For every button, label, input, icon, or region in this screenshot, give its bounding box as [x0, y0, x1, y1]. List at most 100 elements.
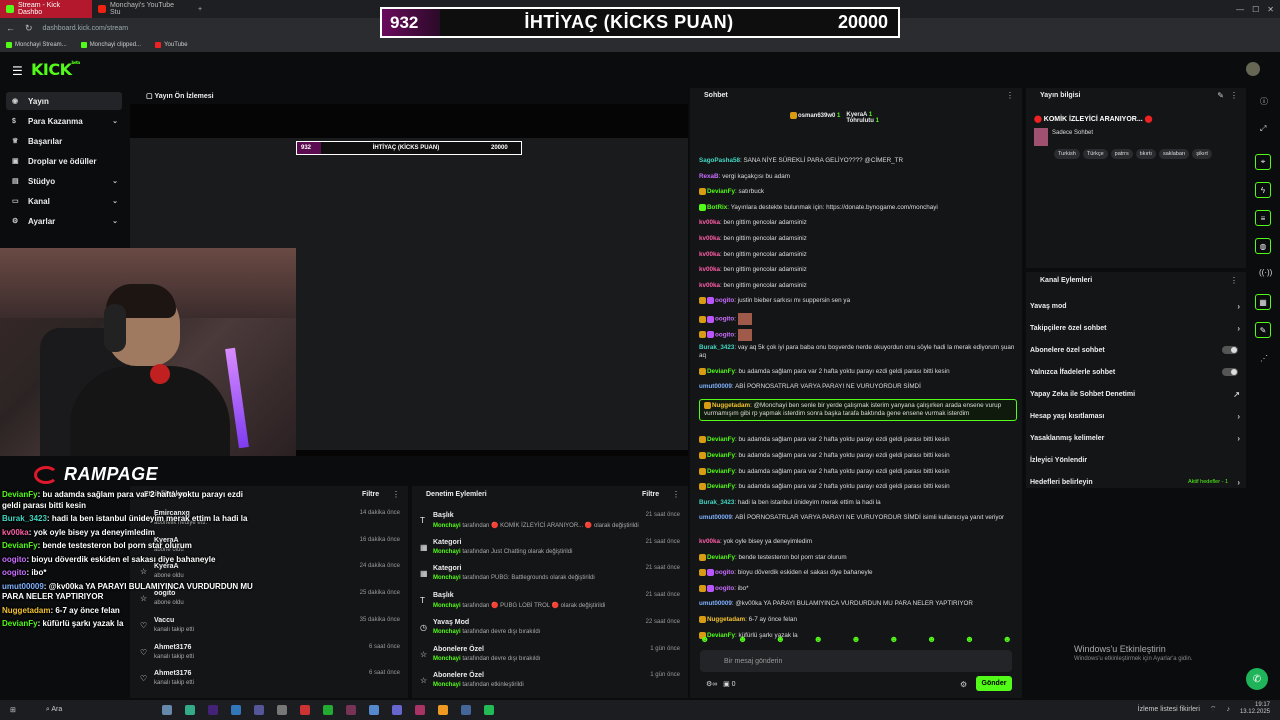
target-icon[interactable]: ⌖: [1255, 154, 1271, 170]
chat-message[interactable]: RexaB: vergi kaçakçısı bu adam: [699, 173, 1017, 181]
more-icon[interactable]: ⋮: [1230, 276, 1238, 285]
activity-item[interactable]: ♡ Ahmet3176 kanalı takip etti 6 saat önce: [130, 668, 408, 694]
chat-username[interactable]: oogito: [715, 298, 734, 305]
chat-message[interactable]: umut00009: @kv00ka YA PARAYI BULAMIYINCA…: [699, 600, 1017, 608]
share-icon[interactable]: ⋰: [1260, 354, 1268, 363]
app-icon[interactable]: [185, 705, 196, 715]
chat-username[interactable]: DevianFy: [707, 452, 735, 459]
support-chat-button[interactable]: ✆: [1246, 668, 1268, 690]
mod-log-item[interactable]: T Başlık Monchayi tarafından 🔴 KOMİK İZLEY…: [412, 510, 688, 536]
chat-username[interactable]: oogito: [715, 585, 734, 592]
chat-message[interactable]: DevianFy: satırbuck: [699, 188, 1017, 196]
tag-chip[interactable]: saklabarı: [1158, 149, 1190, 159]
sidebar-item-kanal[interactable]: ▭ Kanal ⌄: [6, 192, 122, 210]
list-icon[interactable]: ≡: [1255, 210, 1271, 226]
sidebar-item-basarilar[interactable]: ♕ Başarılar: [6, 132, 122, 150]
channel-action-row[interactable]: Yasaklanmış kelimeler ›: [1030, 430, 1242, 446]
chat-username[interactable]: DevianFy: [707, 554, 735, 561]
chat-input[interactable]: Bir mesaj gönderin: [700, 650, 1012, 672]
tag-chip[interactable]: Türkçe: [1082, 149, 1108, 159]
chat-username[interactable]: DevianFy: [707, 483, 735, 490]
activity-user[interactable]: Ahmet3176: [154, 644, 191, 651]
leader-item[interactable]: osman639w0 1: [790, 112, 840, 124]
chat-username[interactable]: oogito: [715, 331, 734, 338]
wifi-icon[interactable]: ⌔: [1210, 705, 1217, 714]
app-icon[interactable]: [162, 705, 173, 715]
channel-action-row[interactable]: Hedefleri belirleyin Aktif hedefler - 1 ›: [1030, 474, 1242, 490]
more-icon[interactable]: ⋮: [672, 490, 680, 499]
chat-username[interactable]: umut00009: [699, 383, 732, 390]
chat-message[interactable]: BotRix: Yayınlara destekte bulunmak için…: [699, 203, 1017, 212]
chat-message[interactable]: oogito:: [699, 328, 1017, 341]
activity-filter-button[interactable]: Filtre: [362, 491, 379, 498]
reload-icon[interactable]: ↻: [25, 23, 33, 34]
tab-kick-dashboard[interactable]: Stream - Kick Dashbo: [0, 0, 92, 18]
chat-username[interactable]: DevianFy: [707, 437, 735, 444]
mod-log-item[interactable]: ▦ Kategori Monchayi tarafından PUBG: Battl…: [412, 563, 688, 589]
emote-icon[interactable]: ☻: [738, 634, 747, 644]
chat-username[interactable]: oogito: [715, 316, 734, 323]
sidebar-item-studyo[interactable]: ▤ Stüdyo ⌄: [6, 172, 122, 190]
chat-username[interactable]: Nuggetadam: [712, 402, 750, 409]
mod-log-item[interactable]: ▦ Kategori Monchayi tarafından Just Chatti…: [412, 537, 688, 563]
more-icon[interactable]: ⋮: [1006, 91, 1014, 100]
chat-message[interactable]: Nuggetadam: @Monchayi ben senle bir yerd…: [699, 398, 1017, 421]
emote-icon[interactable]: ☻: [965, 634, 974, 644]
mod-log-item[interactable]: T Başlık Monchayi tarafından 🔴 PUBG LOBİ T…: [412, 590, 688, 616]
bookmark-item[interactable]: Monchayi clipped...: [80, 42, 141, 48]
toggle-switch[interactable]: [1222, 368, 1238, 376]
app-icon[interactable]: [346, 705, 357, 715]
channel-action-row[interactable]: Yavaş mod ›: [1030, 298, 1242, 314]
app-icon[interactable]: [277, 705, 288, 715]
chat-username[interactable]: kv00ka: [699, 235, 720, 242]
chat-username[interactable]: umut00009: [699, 514, 732, 521]
mod-log-item[interactable]: ☆ Abonelere Özel Monchayi tarafından devre…: [412, 644, 688, 670]
mod-log-item[interactable]: ☆ Abonelere Özel Monchayi tarafından etkin…: [412, 670, 688, 696]
kick-logo[interactable]: KICKbeta: [31, 60, 80, 79]
emote-icon[interactable]: ☻: [927, 634, 936, 644]
tag-chip[interactable]: şikırt: [1192, 149, 1212, 159]
chat-message[interactable]: kv00ka: ben gittim gencolar adamsiniz: [699, 282, 1017, 290]
sidebar-item-ayarlar[interactable]: ⚙ Ayarlar ⌄: [6, 212, 122, 230]
chat-message[interactable]: kv00ka: ben gittim gencolar adamsiniz: [699, 235, 1017, 243]
channel-action-row[interactable]: Yapay Zeka ile Sohbet Denetimi ↗: [1030, 386, 1242, 402]
more-icon[interactable]: ⋮: [392, 490, 400, 499]
activity-item[interactable]: ♡ Ahmet3176 kanalı takip etti 6 saat önce: [130, 642, 408, 668]
send-button[interactable]: Gönder: [976, 676, 1012, 691]
chat-username[interactable]: DevianFy: [707, 468, 735, 475]
app-icon[interactable]: [323, 705, 334, 715]
chat-username[interactable]: DevianFy: [707, 368, 735, 375]
wrench-icon[interactable]: ✎: [1255, 322, 1271, 338]
url-input[interactable]: dashboard.kick.com/stream: [43, 25, 129, 32]
chat-message[interactable]: DevianFy: bu adamda sağlam para var 2 ha…: [699, 483, 1017, 491]
tray-label[interactable]: İzleme listesi fikirleri: [1138, 706, 1200, 713]
app-icon[interactable]: [231, 705, 242, 715]
leader-item[interactable]: KyeraA 1 Tohrulutu 1: [846, 112, 879, 124]
chat-message[interactable]: kv00ka: yok oyle bisey ya deneyimledim: [699, 538, 1017, 546]
channel-action-row[interactable]: Yalnızca İfadelerle sohbet: [1030, 364, 1242, 380]
chat-username[interactable]: Nuggetadam: [707, 616, 745, 623]
channel-action-row[interactable]: Takipçilere özel sohbet ›: [1030, 320, 1242, 336]
chat-message[interactable]: kv00ka: ben gittim gencolar adamsiniz: [699, 266, 1017, 274]
chat-username[interactable]: RexaB: [699, 173, 719, 180]
mod-log-item[interactable]: ◷ Yavaş Mod Monchayi tarafından devre dışı…: [412, 617, 688, 643]
chat-username[interactable]: kv00ka: [699, 538, 720, 545]
chat-username[interactable]: BotRix: [707, 204, 727, 211]
chat-username[interactable]: kv00ka: [699, 219, 720, 226]
chat-message[interactable]: DevianFy: bende testesteron bol porn sta…: [699, 553, 1017, 562]
more-icon[interactable]: ⋮: [1230, 91, 1238, 100]
modlog-filter-button[interactable]: Filtre: [642, 491, 659, 498]
chat-message[interactable]: umut00009: ABİ PORNOSATRLAR VARYA PARAYI…: [699, 514, 1017, 522]
emote-icon[interactable]: ☻: [813, 634, 822, 644]
emote-icon[interactable]: ☻: [889, 634, 898, 644]
chat-message[interactable]: Burak_3423: vay aq 5k çok iyi para baba …: [699, 344, 1017, 360]
bolt-icon[interactable]: ϟ: [1255, 182, 1271, 198]
chat-username[interactable]: umut00009: [699, 600, 732, 607]
close-icon[interactable]: ✕: [1267, 5, 1274, 14]
expand-icon[interactable]: ⤢: [1260, 124, 1266, 134]
tag-chip[interactable]: patrrs: [1110, 149, 1133, 159]
chat-message[interactable]: DevianFy: bu adamda sağlam para var 2 ha…: [699, 367, 1017, 376]
channel-action-row[interactable]: İzleyici Yönlendir: [1030, 452, 1242, 468]
channel-action-row[interactable]: Abonelere özel sohbet: [1030, 342, 1242, 358]
sidebar-item-para-kazanma[interactable]: $ Para Kazanma ⌄: [6, 112, 122, 130]
